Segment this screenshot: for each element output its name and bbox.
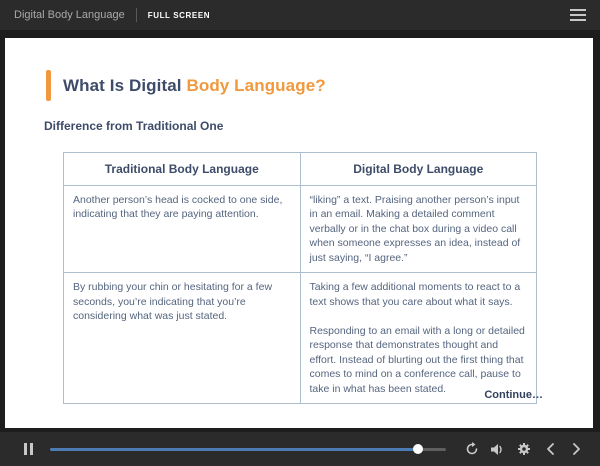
table-row: By rubbing your chin or hesitating for a… <box>64 273 537 404</box>
volume-button[interactable] <box>486 437 510 461</box>
cell-digital-1: “liking” a text. Praising another person… <box>300 186 537 273</box>
slide: What Is Digital Body Language? Differenc… <box>5 38 593 428</box>
chevron-left-icon <box>546 442 555 456</box>
topbar-divider <box>136 8 137 22</box>
previous-button[interactable] <box>538 437 562 461</box>
gear-icon <box>517 442 531 456</box>
cell-traditional-2: By rubbing your chin or hesitating for a… <box>64 273 301 404</box>
pause-icon <box>24 443 33 455</box>
replay-icon <box>465 442 479 456</box>
seekbar-track <box>50 448 446 451</box>
header-digital: Digital Body Language <box>300 153 537 186</box>
course-player: Digital Body Language FULL SCREEN What I… <box>0 0 600 466</box>
slide-title: What Is Digital Body Language? <box>63 76 326 96</box>
continue-label: Continue… <box>484 389 543 401</box>
menu-button[interactable] <box>570 9 586 21</box>
volume-icon <box>491 443 505 456</box>
top-bar: Digital Body Language FULL SCREEN <box>0 0 600 30</box>
seekbar-fill <box>50 448 418 451</box>
seekbar[interactable] <box>50 443 446 455</box>
slide-title-accent: Body Language? <box>186 76 325 95</box>
slide-title-block: What Is Digital Body Language? <box>46 70 326 101</box>
replay-button[interactable] <box>460 437 484 461</box>
seekbar-knob[interactable] <box>413 444 423 454</box>
chevron-right-icon <box>572 442 581 456</box>
player-bar <box>0 432 600 466</box>
table-header-row: Traditional Body Language Digital Body L… <box>64 153 537 186</box>
slide-subtitle: Difference from Traditional One <box>44 119 223 133</box>
next-button[interactable] <box>564 437 588 461</box>
table-row: Another person’s head is cocked to one s… <box>64 186 537 273</box>
cell-digital-2: Taking a few additional moments to react… <box>300 273 537 404</box>
slide-title-dark: What Is Digital <box>63 76 186 95</box>
fullscreen-button[interactable]: FULL SCREEN <box>148 11 210 20</box>
course-title: Digital Body Language <box>14 9 125 21</box>
header-traditional: Traditional Body Language <box>64 153 301 186</box>
cell-traditional-1: Another person’s head is cocked to one s… <box>64 186 301 273</box>
title-accent-bar <box>46 70 51 101</box>
hamburger-icon <box>570 9 586 21</box>
comparison-table: Traditional Body Language Digital Body L… <box>63 152 537 404</box>
settings-button[interactable] <box>512 437 536 461</box>
slide-stage: What Is Digital Body Language? Differenc… <box>0 30 600 432</box>
pause-button[interactable] <box>16 437 40 461</box>
player-controls <box>460 437 588 461</box>
